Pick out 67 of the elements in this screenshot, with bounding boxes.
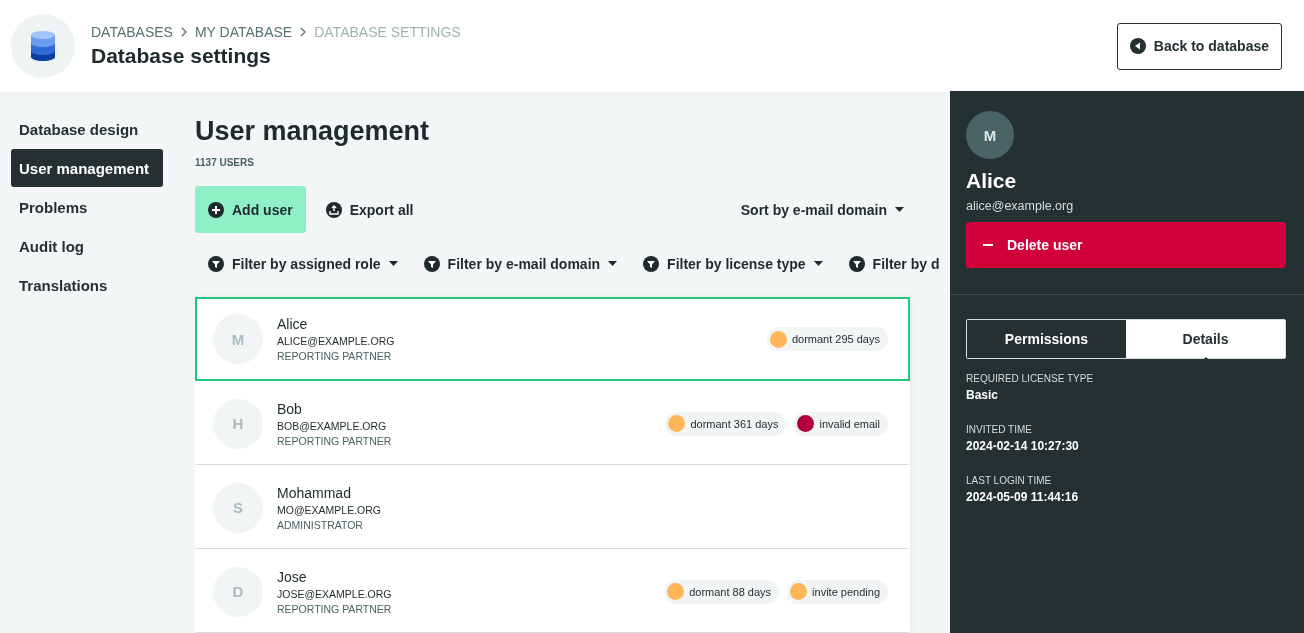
user-email: ALICE@EXAMPLE.ORG xyxy=(277,335,396,347)
page-title: Database settings xyxy=(91,44,272,68)
user-role: REPORTING PARTNER xyxy=(277,602,393,615)
detail-label: REQUIRED LICENSE TYPE xyxy=(966,373,1095,384)
filter-icon xyxy=(848,255,865,272)
user-role: REPORTING PARTNER xyxy=(277,350,393,362)
section-title: User management xyxy=(195,116,431,147)
breadcrumb-link[interactable]: DATABASES xyxy=(91,24,173,40)
user-role: REPORTING PARTNER xyxy=(277,434,393,447)
filter-dropdown[interactable]: Filter by license type xyxy=(643,255,823,272)
avatar: M xyxy=(966,111,1014,159)
user-row[interactable]: H Bob BOB@EXAMPLE.ORG REPORTING PARTNER dormant 361 days invalid email xyxy=(195,381,910,465)
plus-icon xyxy=(208,201,224,218)
avatar: M xyxy=(213,314,263,364)
sidebar-item[interactable]: User management xyxy=(11,149,163,187)
user-name: Jose xyxy=(277,568,308,585)
caret-icon xyxy=(608,261,618,266)
filter-icon xyxy=(208,255,224,272)
caret-icon xyxy=(388,261,398,266)
status-text: dormant 295 days xyxy=(791,333,880,345)
user-row[interactable]: D Jose JOSE@EXAMPLE.ORG REPORTING PARTNER dormant 88 days invite pending xyxy=(195,549,910,633)
user-name: Mohammad xyxy=(277,484,352,501)
sidebar-item[interactable]: Database design xyxy=(11,110,163,148)
export-icon xyxy=(325,201,342,218)
sidebar-item[interactable]: Translations xyxy=(11,266,163,304)
detail-value: 2024-02-14 10:27:30 xyxy=(966,439,1080,453)
avatar: S xyxy=(213,482,263,533)
back-button[interactable]: Back to database xyxy=(1116,22,1282,70)
avatar: H xyxy=(213,398,263,449)
caret-icon xyxy=(813,261,823,266)
status-text: invite pending xyxy=(812,585,880,598)
minus-icon xyxy=(983,244,993,246)
user-name: Alice xyxy=(277,316,309,332)
chevron-icon xyxy=(180,27,187,37)
user-row[interactable]: S Mohammad MO@EXAMPLE.ORG ADMINISTRATOR xyxy=(195,465,910,549)
filter-icon xyxy=(423,255,440,272)
breadcrumb-link[interactable]: MY DATABASE xyxy=(194,24,293,40)
detail-value: 2024-05-09 11:44:16 xyxy=(966,490,1080,504)
user-role: ADMINISTRATOR xyxy=(277,518,364,531)
export-button[interactable]: Export all xyxy=(305,186,434,233)
detail-label: INVITED TIME xyxy=(966,424,1033,435)
database-icon xyxy=(31,31,55,61)
avatar: D xyxy=(213,566,263,617)
delete-user-button[interactable]: Delete user xyxy=(966,222,1286,268)
status-text: dormant 361 days xyxy=(690,417,779,430)
sidebar-item[interactable]: Audit log xyxy=(11,227,163,265)
detail-label: LAST LOGIN TIME xyxy=(966,475,1053,486)
user-name: Alice xyxy=(966,169,1018,193)
add-user-button[interactable]: Add user xyxy=(195,186,306,233)
sidebar-item[interactable]: Problems xyxy=(11,188,163,226)
sort-dropdown[interactable]: Sort by e-mail domain xyxy=(734,200,910,219)
filter-icon xyxy=(643,255,660,272)
user-email: BOB@EXAMPLE.ORG xyxy=(277,419,388,432)
user-name: Bob xyxy=(277,400,303,417)
user-email: MO@EXAMPLE.ORG xyxy=(277,503,382,516)
detail-value: Basic xyxy=(966,388,1000,402)
user-email: alice@example.org xyxy=(966,199,1075,213)
filter-dropdown[interactable]: Filter by e-mail domain xyxy=(423,255,618,272)
user-email: JOSE@EXAMPLE.ORG xyxy=(277,587,393,600)
filter-dropdown[interactable]: Filter by assigned role xyxy=(208,255,398,272)
user-row[interactable]: M Alice ALICE@EXAMPLE.ORG REPORTING PARTNER dormant 295 days xyxy=(195,297,910,381)
status-text: dormant 88 days xyxy=(689,585,772,598)
caret-icon xyxy=(895,207,904,212)
user-count: 1137 USERS xyxy=(195,157,255,168)
chevron-icon xyxy=(300,27,307,37)
status-text: invalid email xyxy=(819,417,880,430)
filter-dropdown[interactable]: Filter by d xyxy=(848,255,940,272)
